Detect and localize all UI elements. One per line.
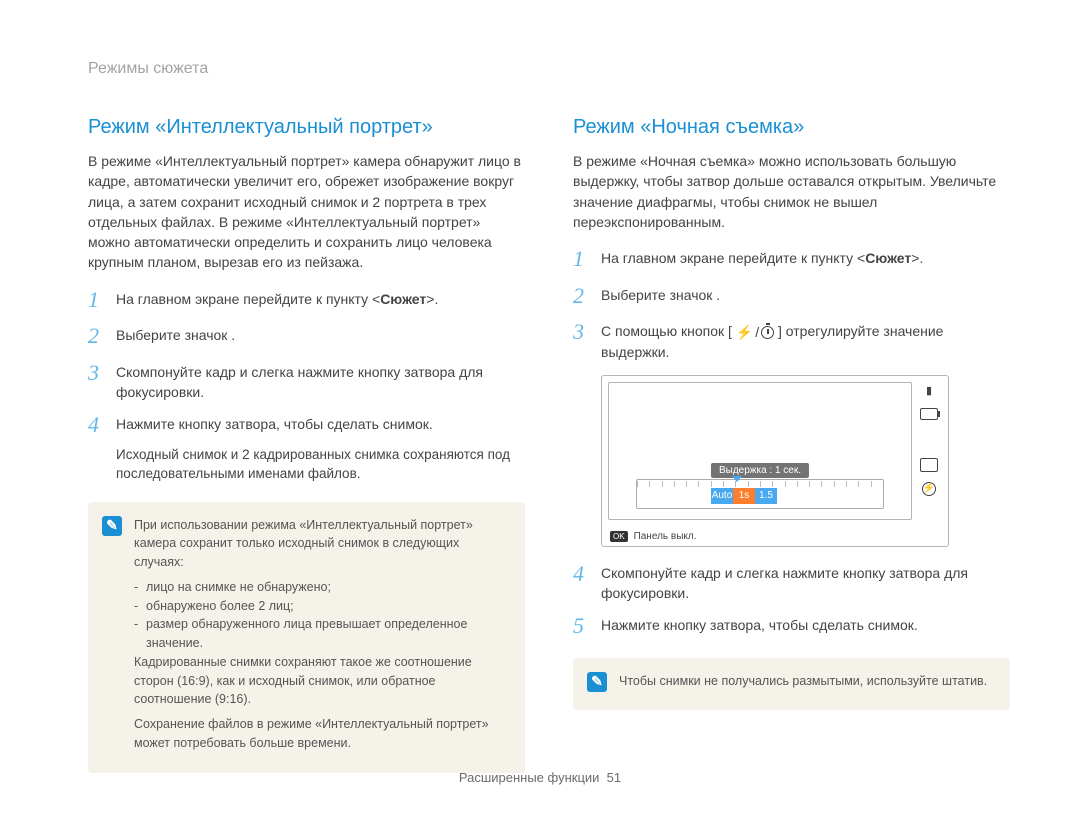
- shots-remaining-icon: ▮: [920, 384, 938, 398]
- step-row: 4 Нажмите кнопку затвора, чтобы сделать …: [88, 412, 525, 438]
- step-number: 3: [88, 360, 116, 386]
- note-box: ✎ При использовании режима «Интеллектуал…: [88, 502, 525, 773]
- page-footer: Расширенные функции 51: [0, 770, 1080, 785]
- step-text-bold: Сюжет: [865, 250, 911, 266]
- note-icon: ✎: [587, 672, 607, 692]
- section-breadcrumb: Режимы сюжета: [88, 60, 1010, 78]
- left-heading: Режим «Интеллектуальный портрет»: [88, 116, 525, 139]
- step-text: Выберите значок .: [601, 283, 720, 305]
- step-text-pre: На главном экране перейдите к пункту <: [601, 250, 865, 266]
- ruler-ticks: [637, 480, 883, 488]
- left-column: Режим «Интеллектуальный портрет» В режим…: [88, 116, 525, 773]
- step-text: Нажмите кнопку затвора, чтобы сделать сн…: [601, 613, 918, 635]
- note-list-item: лицо на снимке не обнаружено;: [146, 578, 507, 597]
- camera-footer-label: Панель выкл.: [634, 531, 697, 542]
- step-text: На главном экране перейдите к пункту <Сю…: [116, 287, 438, 309]
- step-number: 2: [573, 283, 601, 309]
- step-row: 1 На главном экране перейдите к пункту <…: [573, 246, 1010, 272]
- step-text-pre: На главном экране перейдите к пункту <: [116, 291, 380, 307]
- step-number: 2: [88, 323, 116, 349]
- footer-page-number: 51: [607, 770, 621, 785]
- right-column: Режим «Ночная съемка» В режиме «Ночная с…: [573, 116, 1010, 773]
- left-steps: 1 На главном экране перейдите к пункту <…: [88, 287, 525, 484]
- note-list: лицо на снимке не обнаружено; обнаружено…: [134, 578, 507, 653]
- camera-preview-figure: Выдержка : 1 сек. Auto 1s 1.5: [601, 375, 951, 547]
- shutter-ruler: Auto 1s 1.5: [636, 479, 884, 509]
- step-text-pre: С помощью кнопок [: [601, 323, 732, 339]
- step-text: Нажмите кнопку затвора, чтобы сделать сн…: [116, 412, 433, 434]
- flash-mode-icon: ⚡: [922, 482, 936, 496]
- camera-viewfinder: Выдержка : 1 сек. Auto 1s 1.5: [608, 382, 912, 520]
- note-box: ✎ Чтобы снимки не получались размытыми, …: [573, 658, 1010, 711]
- step-number: 1: [88, 287, 116, 313]
- step-row: 1 На главном экране перейдите к пункту <…: [88, 287, 525, 313]
- right-steps-b: 4 Скомпонуйте кадр и слегка нажмите кноп…: [573, 561, 1010, 640]
- step-row: 3 Скомпонуйте кадр и слегка нажмите кноп…: [88, 360, 525, 403]
- note-line: При использовании режима «Интеллектуальн…: [134, 516, 507, 572]
- triangle-down-icon: [732, 476, 742, 482]
- step-text: Выберите значок .: [116, 323, 235, 345]
- step-row: 5 Нажмите кнопку затвора, чтобы сделать …: [573, 613, 1010, 639]
- inline-flash-timer-icons: ⚡/: [736, 322, 774, 342]
- slider-next: 1.5: [755, 488, 777, 504]
- note-body: Чтобы снимки не получались размытыми, ис…: [619, 672, 987, 697]
- shutter-overlay-label: Выдержка : 1 сек.: [711, 463, 809, 478]
- slider-current: 1s: [733, 488, 755, 504]
- self-timer-icon: [761, 326, 774, 339]
- step-number: 1: [573, 246, 601, 272]
- right-heading: Режим «Ночная съемка»: [573, 116, 1010, 139]
- battery-icon: [920, 408, 938, 420]
- step-row: 2 Выберите значок .: [88, 323, 525, 349]
- step-number: 4: [88, 412, 116, 438]
- flash-icon: ⚡: [736, 325, 753, 339]
- right-steps-a: 1 На главном экране перейдите к пункту <…: [573, 246, 1010, 363]
- step-number: 5: [573, 613, 601, 639]
- photo-size-icon: [920, 458, 938, 472]
- note-icon: ✎: [102, 516, 122, 536]
- right-intro: В режиме «Ночная съемка» можно использов…: [573, 151, 1010, 232]
- step-number: 3: [573, 319, 601, 345]
- ok-button-icon: OK: [610, 531, 628, 542]
- note-line: Кадрированные снимки сохраняют такое же …: [134, 653, 507, 709]
- footer-section: Расширенные функции: [459, 770, 600, 785]
- step-text-bold: Сюжет: [380, 291, 426, 307]
- note-body: При использовании режима «Интеллектуальн…: [134, 516, 507, 759]
- step-text: Скомпонуйте кадр и слегка нажмите кнопку…: [601, 561, 1010, 604]
- two-column-layout: Режим «Интеллектуальный портрет» В режим…: [88, 116, 1010, 773]
- note-line: Сохранение файлов в режиме «Интеллектуал…: [134, 715, 507, 753]
- step-text-post: >.: [911, 250, 923, 266]
- ruler-indicator-arrows: [732, 476, 742, 482]
- step-text: Скомпонуйте кадр и слегка нажмите кнопку…: [116, 360, 525, 403]
- step-row: 4 Скомпонуйте кадр и слегка нажмите кноп…: [573, 561, 1010, 604]
- step-row: 3 С помощью кнопок [ ⚡/ ] отрегулируйте …: [573, 319, 1010, 363]
- slider-auto: Auto: [711, 488, 733, 504]
- camera-footer-bar: OK Панель выкл.: [610, 531, 697, 542]
- manual-page: Режимы сюжета Режим «Интеллектуальный по…: [0, 0, 1080, 815]
- left-substep: Исходный снимок и 2 кадрированных снимка…: [116, 445, 525, 484]
- step-text: На главном экране перейдите к пункту <Сю…: [601, 246, 923, 268]
- camera-screen: Выдержка : 1 сек. Auto 1s 1.5: [601, 375, 949, 547]
- step-number: 4: [573, 561, 601, 587]
- note-list-item: обнаружено более 2 лиц;: [146, 597, 507, 616]
- note-line: Чтобы снимки не получались размытыми, ис…: [619, 672, 987, 691]
- camera-side-indicators: ▮ ⚡: [916, 384, 942, 496]
- ruler-value-slider: Auto 1s 1.5: [711, 488, 777, 504]
- step-row: 2 Выберите значок .: [573, 283, 1010, 309]
- left-intro: В режиме «Интеллектуальный портрет» каме…: [88, 151, 525, 273]
- step-text: С помощью кнопок [ ⚡/ ] отрегулируйте зн…: [601, 319, 1010, 363]
- step-text-post: >.: [426, 291, 438, 307]
- note-list-item: размер обнаруженного лица превышает опре…: [146, 615, 507, 653]
